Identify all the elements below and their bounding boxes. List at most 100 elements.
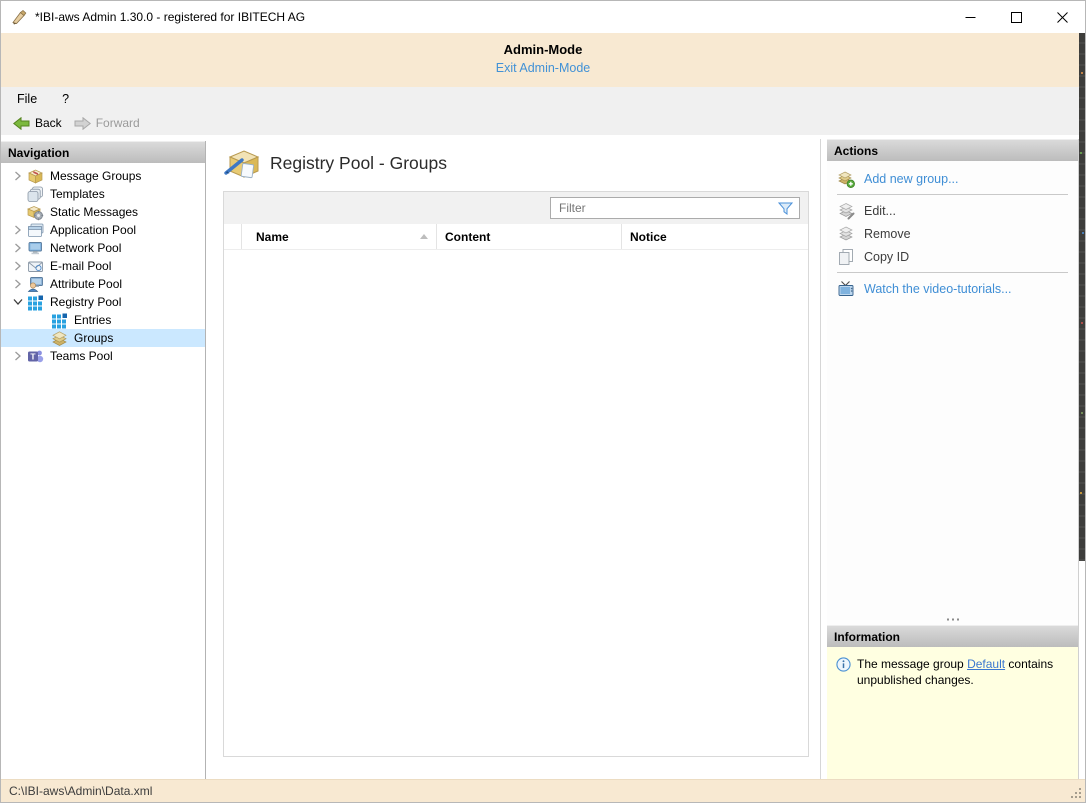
groups-icon — [51, 330, 68, 347]
nav-item-teams-pool[interactable]: T Teams Pool — [1, 347, 205, 365]
nav-label: Templates — [50, 187, 105, 201]
close-button[interactable] — [1039, 1, 1085, 33]
nav-label: Attribute Pool — [50, 277, 122, 291]
chevron-right-icon[interactable] — [9, 261, 27, 271]
sort-ascending-icon — [420, 234, 428, 239]
column-header-name[interactable]: Name — [242, 224, 437, 249]
app-window: { "window": { "title": "*IBI-aws Admin 1… — [0, 0, 1086, 803]
nav-item-network-pool[interactable]: Network Pool — [1, 239, 205, 257]
right-column: Actions Add new group... — [827, 139, 1079, 779]
maximize-button[interactable] — [993, 1, 1039, 33]
menu-file[interactable]: File — [8, 89, 46, 109]
actions-header: Actions — [827, 139, 1078, 161]
info-text-before: The message group — [857, 657, 967, 671]
static-messages-icon — [27, 204, 44, 221]
nav-label: Static Messages — [50, 205, 138, 219]
chevron-right-icon[interactable] — [9, 243, 27, 253]
application-pool-icon — [27, 222, 44, 239]
tv-icon — [837, 280, 855, 298]
app-icon — [11, 9, 27, 25]
add-new-group-button[interactable]: Add new group... — [827, 167, 1078, 190]
default-group-link[interactable]: Default — [967, 657, 1005, 671]
content-area: Navigation Message Groups — [1, 135, 1085, 779]
chevron-right-icon[interactable] — [9, 279, 27, 289]
teams-pool-icon: T — [27, 348, 44, 365]
add-group-icon — [837, 170, 855, 188]
minimize-icon — [965, 12, 976, 23]
nav-item-registry-pool[interactable]: Registry Pool — [1, 293, 205, 311]
window-title: *IBI-aws Admin 1.30.0 - registered for I… — [35, 10, 305, 24]
admin-mode-banner: Admin-Mode Exit Admin-Mode — [1, 33, 1085, 87]
nav-label: Registry Pool — [50, 295, 121, 309]
copy-id-icon — [837, 248, 855, 266]
information-panel: The message group Default contains unpub… — [827, 647, 1078, 779]
nav-label: E-mail Pool — [50, 259, 111, 273]
chevron-down-icon[interactable] — [9, 298, 27, 306]
nav-label: Teams Pool — [50, 349, 113, 363]
back-label: Back — [35, 116, 62, 130]
filter-icon[interactable] — [778, 202, 793, 215]
minimize-button[interactable] — [947, 1, 993, 33]
nav-item-entries[interactable]: Entries — [1, 311, 205, 329]
action-label: Edit... — [864, 204, 896, 218]
info-icon — [836, 657, 851, 672]
nav-label: Application Pool — [50, 223, 136, 237]
nav-toolbar: Back Forward — [1, 111, 1085, 135]
groups-table-card: Name Content Notice — [223, 191, 809, 757]
navigation-header: Navigation — [1, 141, 205, 163]
grip-dots-icon — [946, 618, 960, 621]
registry-groups-icon — [224, 147, 260, 180]
nav-item-static-messages[interactable]: Static Messages — [1, 203, 205, 221]
column-label: Name — [256, 230, 289, 244]
chevron-right-icon[interactable] — [9, 171, 27, 181]
chevron-right-icon[interactable] — [9, 351, 27, 361]
column-header-content[interactable]: Content — [437, 224, 622, 249]
row-selector-column — [224, 224, 242, 249]
actions-panel: Add new group... Edit... Remove — [827, 161, 1078, 613]
nav-item-templates[interactable]: Templates — [1, 185, 205, 203]
actions-separator — [837, 272, 1068, 273]
nav-item-application-pool[interactable]: Application Pool — [1, 221, 205, 239]
nav-item-attribute-pool[interactable]: Attribute Pool — [1, 275, 205, 293]
nav-label: Groups — [74, 331, 113, 345]
actions-separator — [837, 194, 1068, 195]
forward-button[interactable]: Forward — [68, 114, 146, 132]
panel-splitter[interactable] — [820, 139, 821, 779]
copy-id-button[interactable]: Copy ID — [827, 245, 1078, 268]
title-bar: *IBI-aws Admin 1.30.0 - registered for I… — [1, 1, 1085, 33]
status-bar: C:\IBI-aws\Admin\Data.xml — [1, 779, 1085, 802]
maximize-icon — [1011, 12, 1022, 23]
remove-button[interactable]: Remove — [827, 222, 1078, 245]
exit-admin-mode-link[interactable]: Exit Admin-Mode — [496, 61, 590, 75]
nav-item-email-pool[interactable]: E-mail Pool — [1, 257, 205, 275]
data-file-path: C:\IBI-aws\Admin\Data.xml — [9, 784, 152, 798]
navigation-panel: Navigation Message Groups — [1, 141, 206, 779]
information-text: The message group Default contains unpub… — [857, 656, 1070, 779]
resize-grip[interactable] — [1070, 787, 1081, 798]
edit-button[interactable]: Edit... — [827, 199, 1078, 222]
chevron-right-icon[interactable] — [9, 225, 27, 235]
nav-item-groups[interactable]: Groups — [1, 329, 205, 347]
table-header: Name Content Notice — [224, 224, 808, 250]
column-header-notice[interactable]: Notice — [622, 224, 808, 249]
filter-input[interactable] — [551, 201, 778, 215]
message-groups-icon — [27, 168, 44, 185]
nav-label: Entries — [74, 313, 111, 327]
action-label: Watch the video-tutorials... — [864, 282, 1012, 296]
action-label: Remove — [864, 227, 911, 241]
column-label: Content — [445, 230, 490, 244]
action-label: Copy ID — [864, 250, 909, 264]
back-button[interactable]: Back — [7, 114, 68, 132]
remove-icon — [837, 225, 855, 243]
menu-bar: File ? — [1, 87, 1085, 111]
information-header: Information — [827, 625, 1078, 647]
table-body-empty — [224, 250, 808, 756]
menu-help[interactable]: ? — [53, 89, 78, 109]
forward-label: Forward — [96, 116, 140, 130]
video-tutorials-link[interactable]: Watch the video-tutorials... — [827, 277, 1078, 300]
attribute-pool-icon — [27, 276, 44, 293]
nav-label: Message Groups — [50, 169, 141, 183]
panel-resize-grip[interactable] — [827, 613, 1078, 625]
window-controls — [947, 1, 1085, 33]
nav-item-message-groups[interactable]: Message Groups — [1, 167, 205, 185]
